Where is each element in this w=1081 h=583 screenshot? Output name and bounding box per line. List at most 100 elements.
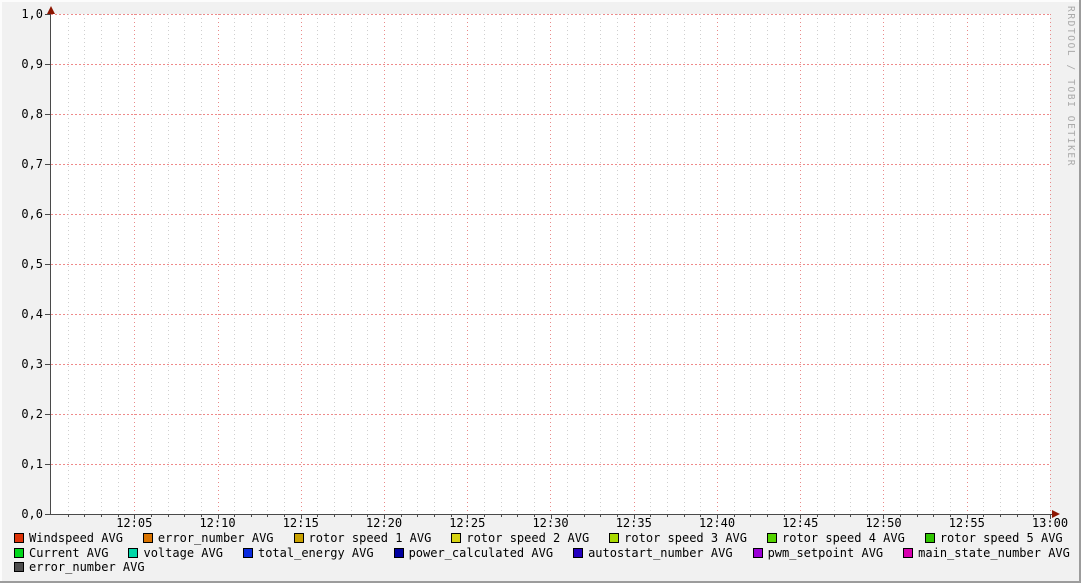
minor-gridline-v bbox=[417, 14, 418, 514]
legend-row: Current AVGvoltage AVGtotal_energy AVGpo… bbox=[14, 546, 1074, 561]
legend-item: Windspeed AVG bbox=[14, 531, 123, 545]
minor-gridline-v bbox=[750, 14, 751, 514]
legend-swatch-icon bbox=[14, 562, 24, 572]
legend-label: voltage AVG bbox=[143, 546, 222, 560]
legend-label: error_number AVG bbox=[29, 560, 145, 574]
major-gridline-v bbox=[634, 14, 635, 514]
x-tick-label: 12:35 bbox=[604, 516, 664, 530]
major-gridline-v bbox=[717, 14, 718, 514]
x-minor-tick bbox=[351, 515, 352, 517]
x-tick-label: 12:50 bbox=[854, 516, 914, 530]
minor-gridline-v bbox=[900, 14, 901, 514]
legend-swatch-icon bbox=[128, 548, 138, 558]
y-tick-label: 0,2 bbox=[9, 407, 43, 421]
minor-gridline-v bbox=[501, 14, 502, 514]
legend-label: Windspeed AVG bbox=[29, 531, 123, 545]
minor-gridline-v bbox=[767, 14, 768, 514]
x-minor-tick bbox=[767, 515, 768, 517]
y-tick-label: 0,7 bbox=[9, 157, 43, 171]
legend-item: rotor speed 3 AVG bbox=[609, 531, 747, 545]
legend-swatch-icon bbox=[925, 533, 935, 543]
y-axis-line bbox=[50, 9, 51, 515]
minor-gridline-v bbox=[600, 14, 601, 514]
x-minor-tick bbox=[251, 515, 252, 517]
x-minor-tick bbox=[850, 515, 851, 517]
y-tick-label: 1,0 bbox=[9, 7, 43, 21]
minor-gridline-v bbox=[584, 14, 585, 514]
legend-label: pwm_setpoint AVG bbox=[768, 546, 884, 560]
x-tick-label: 12:40 bbox=[687, 516, 747, 530]
plot-area bbox=[51, 14, 1050, 514]
minor-gridline-v bbox=[234, 14, 235, 514]
minor-gridline-v bbox=[367, 14, 368, 514]
legend-item: error_number AVG bbox=[14, 560, 145, 574]
minor-gridline-v bbox=[784, 14, 785, 514]
y-major-tick bbox=[45, 364, 51, 365]
x-tick-label: 12:30 bbox=[521, 516, 581, 530]
minor-gridline-v bbox=[850, 14, 851, 514]
legend-swatch-icon bbox=[451, 533, 461, 543]
x-tick-label: 12:05 bbox=[104, 516, 164, 530]
minor-gridline-v bbox=[68, 14, 69, 514]
minor-gridline-v bbox=[451, 14, 452, 514]
legend-label: rotor speed 2 AVG bbox=[466, 531, 589, 545]
y-major-tick bbox=[45, 164, 51, 165]
minor-gridline-v bbox=[1017, 14, 1018, 514]
legend-label: error_number AVG bbox=[158, 531, 274, 545]
legend-swatch-icon bbox=[14, 548, 24, 558]
minor-gridline-v bbox=[983, 14, 984, 514]
legend-item: total_energy AVG bbox=[243, 546, 374, 560]
legend-swatch-icon bbox=[394, 548, 404, 558]
x-minor-tick bbox=[600, 515, 601, 517]
major-gridline-v bbox=[134, 14, 135, 514]
legend-swatch-icon bbox=[767, 533, 777, 543]
minor-gridline-v bbox=[650, 14, 651, 514]
y-major-tick bbox=[45, 264, 51, 265]
y-tick-label: 0,9 bbox=[9, 57, 43, 71]
legend-label: total_energy AVG bbox=[258, 546, 374, 560]
x-minor-tick bbox=[417, 515, 418, 517]
x-minor-tick bbox=[584, 515, 585, 517]
x-minor-tick bbox=[834, 515, 835, 517]
minor-gridline-v bbox=[84, 14, 85, 514]
x-minor-tick bbox=[750, 515, 751, 517]
legend-item: power_calculated AVG bbox=[394, 546, 554, 560]
x-minor-tick bbox=[933, 515, 934, 517]
x-minor-tick bbox=[84, 515, 85, 517]
legend-swatch-icon bbox=[609, 533, 619, 543]
y-tick-label: 0,8 bbox=[9, 107, 43, 121]
y-major-tick bbox=[45, 464, 51, 465]
y-tick-label: 0,6 bbox=[9, 207, 43, 221]
minor-gridline-v bbox=[1000, 14, 1001, 514]
major-gridline-v bbox=[467, 14, 468, 514]
frame-edge-left bbox=[0, 0, 2, 583]
minor-gridline-v bbox=[334, 14, 335, 514]
x-tick-label: 12:20 bbox=[354, 516, 414, 530]
y-major-tick bbox=[45, 214, 51, 215]
minor-gridline-v bbox=[734, 14, 735, 514]
y-major-tick bbox=[45, 414, 51, 415]
legend-swatch-icon bbox=[143, 533, 153, 543]
minor-gridline-v bbox=[517, 14, 518, 514]
legend-item: main_state_number AVG bbox=[903, 546, 1070, 560]
minor-gridline-v bbox=[184, 14, 185, 514]
y-tick-label: 0,5 bbox=[9, 257, 43, 271]
x-minor-tick bbox=[168, 515, 169, 517]
legend: Windspeed AVG error_number AVG rotor speed… bbox=[14, 531, 1074, 575]
legend-swatch-icon bbox=[573, 548, 583, 558]
y-tick-label: 0,1 bbox=[9, 457, 43, 471]
x-minor-tick bbox=[1000, 515, 1001, 517]
major-gridline-v bbox=[384, 14, 385, 514]
legend-row: error_number AVG bbox=[14, 560, 1074, 575]
major-gridline-v bbox=[301, 14, 302, 514]
legend-label: rotor speed 4 AVG bbox=[782, 531, 905, 545]
minor-gridline-v bbox=[933, 14, 934, 514]
y-major-tick bbox=[45, 314, 51, 315]
x-minor-tick bbox=[184, 515, 185, 517]
x-minor-tick bbox=[917, 515, 918, 517]
x-tick-label: 12:25 bbox=[437, 516, 497, 530]
y-major-tick bbox=[45, 64, 51, 65]
legend-label: autostart_number AVG bbox=[588, 546, 733, 560]
major-gridline-v bbox=[800, 14, 801, 514]
x-minor-tick bbox=[1017, 515, 1018, 517]
